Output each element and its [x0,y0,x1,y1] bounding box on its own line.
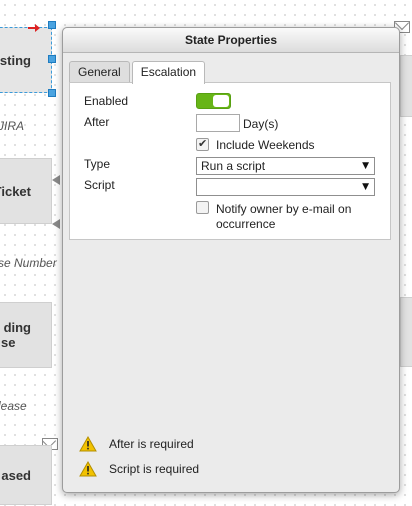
warning-text: Script is required [109,462,200,476]
toggle-knob [213,95,229,107]
workflow-node-label: esting [0,52,31,68]
warning-text: After is required [109,437,194,451]
escalation-panel: Enabled After Day(s) Include Weekends Ty… [69,82,391,240]
script-select[interactable]: ▼ [196,178,375,196]
chevron-down-icon: ▼ [362,161,369,171]
after-label: After [84,115,110,129]
canvas-transition-label: lease [0,399,27,413]
enabled-toggle[interactable] [196,93,231,109]
warning-icon [79,461,97,477]
include-weekends-label: Include Weekends [216,138,315,152]
notify-owner-label: Notify owner by e-mail on [216,202,352,216]
tab-general[interactable]: General [69,61,130,83]
workflow-node-label: ased [1,467,31,483]
resize-handle[interactable] [48,21,56,29]
workflow-node-release[interactable]: ding se [0,302,52,368]
canvas-transition-label: se Number [0,256,57,270]
notify-owner-checkbox[interactable] [196,201,209,214]
workflow-node-stub[interactable] [400,297,412,367]
workflow-node-testing[interactable]: esting [0,27,52,93]
resize-handle[interactable] [48,55,56,63]
warning-after-required: After is required [79,435,194,453]
workflow-node-label: Ticket [0,183,31,199]
tab-escalation[interactable]: Escalation [131,61,206,84]
script-label: Script [84,178,115,192]
type-select-value: Run a script [201,159,266,173]
after-unit-label: Day(s) [243,117,279,131]
dialog-tabs: General Escalation [69,61,207,84]
workflow-node-released[interactable]: ased [0,445,52,505]
workflow-node-ticket[interactable]: Ticket [0,158,52,224]
warning-script-required: Script is required [79,460,199,478]
workflow-node-stub[interactable] [400,55,412,117]
connector-arrow [52,175,60,185]
workflow-node-label: ding [3,320,31,335]
chevron-down-icon: ▼ [362,182,369,192]
state-properties-dialog: State Properties General Escalation Enab… [62,27,400,493]
type-label: Type [84,157,111,171]
enabled-label: Enabled [84,94,129,108]
canvas-transition-label: JIRA [0,119,25,133]
transition-arrow-icon[interactable] [28,22,42,32]
notify-owner-label-continued: occurrence [216,217,276,231]
connector-arrow [52,219,60,229]
after-days-input[interactable] [196,114,240,132]
type-select[interactable]: Run a script ▼ [196,157,375,175]
workflow-node-label: se [1,335,16,350]
resize-handle[interactable] [48,89,56,97]
include-weekends-checkbox[interactable] [196,137,209,151]
dialog-title: State Properties [63,28,399,53]
warning-icon [79,436,97,452]
